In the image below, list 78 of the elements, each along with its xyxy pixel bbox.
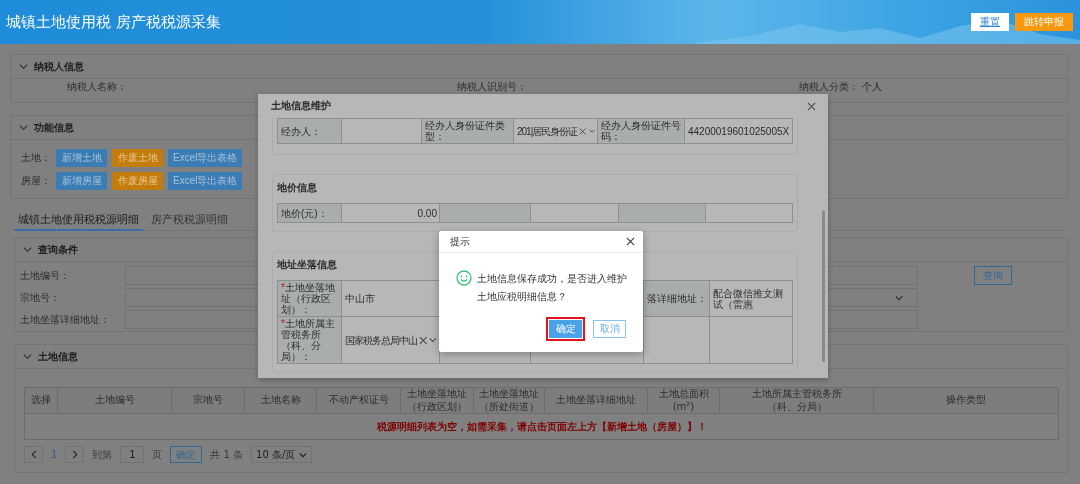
- field-value: 个人: [861, 80, 883, 94]
- close-icon[interactable]: [626, 237, 635, 246]
- field-label: 土地坐落详细地址：: [19, 312, 111, 327]
- field-label: 纳税人识别号：: [456, 80, 527, 94]
- chevron-icon[interactable]: [19, 123, 28, 132]
- cancel-button[interactable]: 取消: [593, 320, 626, 338]
- column-header: 土地坐落地址（所处街道）: [474, 388, 545, 414]
- page-unit: 页: [152, 447, 163, 462]
- panel-title: 土地信息: [38, 349, 78, 364]
- section-title: 地价信息: [277, 181, 318, 195]
- goto-button[interactable]: 确定: [170, 446, 203, 463]
- row-label: 土地：: [21, 151, 51, 165]
- void-button[interactable]: 作废房屋: [112, 172, 163, 190]
- confirm-button[interactable]: 确定: [549, 320, 582, 338]
- column-header: 土地编号: [58, 388, 172, 414]
- tab[interactable]: 房产税税源明细: [147, 209, 232, 231]
- column-header: 土地坐落地址（行政区划）: [401, 388, 474, 414]
- dialog-message: 土地信息保存成功，是否进入维护土地应税明细信息？: [477, 272, 627, 304]
- chevron-right-icon: [71, 450, 78, 459]
- export-button[interactable]: Excel导出表格: [168, 172, 243, 190]
- column-header: 土地名称: [245, 388, 317, 414]
- chevron-down-icon[interactable]: [429, 337, 437, 343]
- label-cell: *土地坐落地址（行政区划）：: [278, 281, 342, 317]
- value-cell: 配合微信推文测试（雷惠: [710, 281, 793, 317]
- page-number[interactable]: 1: [51, 449, 58, 460]
- scrollbar-thumb[interactable]: [822, 210, 825, 362]
- value-cell: [644, 317, 710, 364]
- field-label: 纳税人分类：: [798, 80, 859, 94]
- column-header: 土地坐落详细地址: [545, 388, 648, 414]
- column-header: 操作类型: [874, 388, 1059, 414]
- next-page-button[interactable]: [65, 446, 85, 463]
- submit-button[interactable]: 跳转申报: [1015, 13, 1073, 31]
- label-cell: 经办人身份证件类型：: [422, 119, 514, 144]
- select-field[interactable]: 201|居民身份证: [514, 119, 598, 144]
- chevron-icon[interactable]: [23, 352, 32, 361]
- column-header: 土地总面积(m²): [648, 388, 720, 414]
- field-label: 宗地号：: [19, 290, 61, 305]
- panel-title: 查询条件: [38, 242, 78, 257]
- chevron-icon[interactable]: [23, 245, 32, 254]
- chevron-left-icon: [30, 450, 37, 459]
- prev-page-button[interactable]: [24, 446, 43, 463]
- column-header: 选择: [25, 388, 58, 414]
- chevron-down-icon[interactable]: [895, 294, 903, 301]
- row-label: 房屋：: [21, 174, 51, 188]
- column-header: 不动产权证号: [317, 388, 401, 414]
- section-title: 地址坐落信息: [277, 258, 338, 272]
- label-cell: 经办人身份证件号码：: [598, 119, 685, 144]
- value-cell: 44200019601025005X: [685, 119, 793, 144]
- column-header: 土地所属主管税务所（科、分局）: [720, 388, 874, 414]
- reset-button[interactable]: 重置: [971, 13, 1009, 31]
- empty-message: 税源明细列表为空，如需采集，请点击页面左上方【新增土地（房屋）】！: [25, 414, 1059, 440]
- page-input[interactable]: 1: [120, 446, 145, 463]
- value-cell: 0.00: [342, 204, 440, 223]
- tab[interactable]: 城镇土地使用税税源明细: [14, 209, 143, 231]
- dialog-title: 提示: [450, 234, 470, 249]
- page-title: 城镇土地使用税 房产税税源采集: [6, 12, 221, 32]
- page-size-select[interactable]: 10 条/页: [251, 446, 313, 463]
- field-label: 纳税人名称：: [66, 80, 127, 94]
- panel-title: 功能信息: [34, 120, 74, 135]
- query-button[interactable]: 查询: [973, 266, 1012, 285]
- panel-title: 纳税人信息: [34, 59, 84, 74]
- goto-label: 到第: [92, 447, 113, 462]
- label-cell: 经办人：: [278, 119, 342, 144]
- chevron-icon[interactable]: [19, 62, 28, 71]
- add-button[interactable]: 新增房屋: [56, 172, 107, 190]
- chevron-down-icon[interactable]: [299, 451, 308, 458]
- field-label: 土地编号：: [19, 268, 71, 283]
- modal-title: 土地信息维护: [271, 99, 331, 113]
- label-cell: 地价(元)：: [278, 204, 342, 223]
- void-button[interactable]: 作废土地: [112, 149, 163, 167]
- column-header: 宗地号: [172, 388, 245, 414]
- chevron-down-icon[interactable]: [588, 128, 595, 134]
- label-cell: *土地所属主管税务所（科、分局）：: [278, 317, 342, 364]
- total-count: 共 1 条: [210, 447, 244, 462]
- export-button[interactable]: Excel导出表格: [168, 149, 243, 167]
- label-cell: 落详细地址：: [644, 281, 710, 317]
- smiley-icon: [456, 270, 472, 286]
- add-button[interactable]: 新增土地: [56, 149, 107, 167]
